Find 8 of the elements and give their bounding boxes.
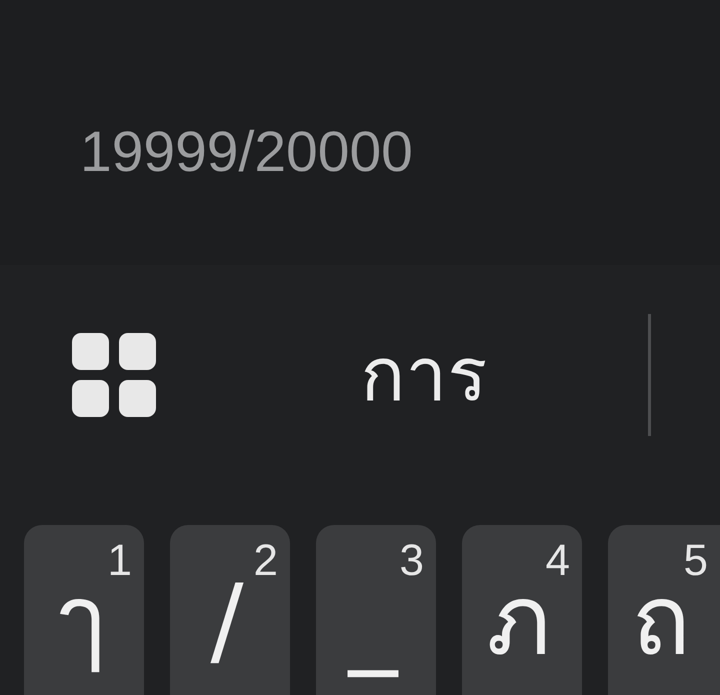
key-number-hint: 1 <box>108 539 132 583</box>
key-number-hint: 2 <box>254 539 278 583</box>
grid-icon[interactable] <box>72 333 156 417</box>
character-counter: 19999/20000 <box>80 124 413 181</box>
key-number-hint: 5 <box>684 539 708 583</box>
key-number-hint: 4 <box>546 539 570 583</box>
key-number-hint: 3 <box>400 539 424 583</box>
suggestion-item[interactable]: การ <box>200 326 648 424</box>
